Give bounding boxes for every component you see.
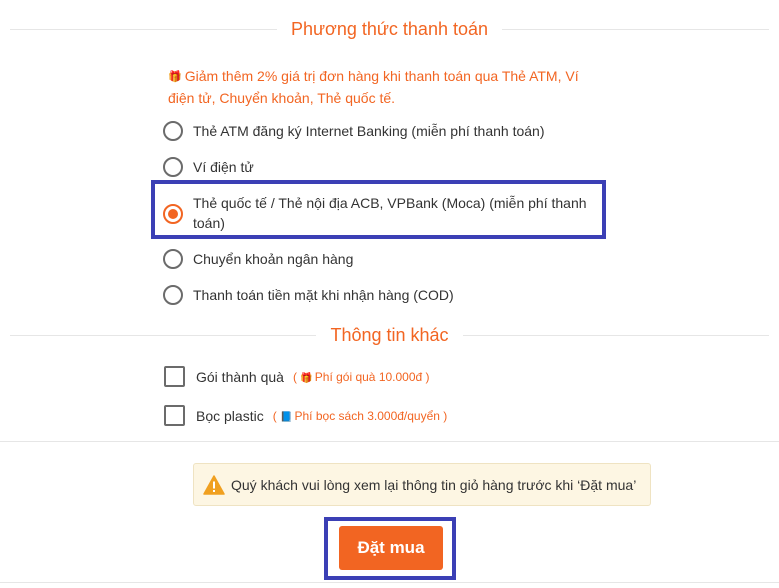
- warning-icon: [203, 474, 225, 495]
- payment-option-bank-transfer[interactable]: Chuyển khoản ngân hàng: [163, 249, 613, 269]
- payment-option-label: Thanh toán tiền mặt khi nhận hàng (COD): [193, 287, 454, 303]
- gift-icon: 🎁: [300, 372, 313, 384]
- radio-button-selected[interactable]: [163, 204, 183, 224]
- extra-fee: ( 🎁 Phí gói quà 10.000đ ): [292, 369, 430, 384]
- promo-notice: 🎁 Giảm thêm 2% giá trị đơn hàng khi thanh…: [168, 66, 608, 109]
- payment-option-cod[interactable]: Thanh toán tiền mặt khi nhận hàng (COD): [163, 285, 613, 305]
- payment-option-label: Thẻ quốc tế / Thẻ nội địa ACB, VPBank (M…: [193, 195, 587, 231]
- payment-option-atm[interactable]: Thẻ ATM đăng ký Internet Banking (miễn p…: [163, 121, 613, 141]
- gift-icon: 🎁: [168, 71, 182, 83]
- checkbox[interactable]: [164, 366, 185, 387]
- place-order-button[interactable]: Đặt mua: [339, 526, 443, 570]
- extra-label: Gói thành quà: [196, 368, 284, 385]
- payment-option-ewallet[interactable]: Ví điện tử: [163, 157, 613, 177]
- radio-button[interactable]: [163, 249, 183, 269]
- payment-section-title: Phương thức thanh toán: [10, 14, 769, 44]
- other-section-title: Thông tin khác: [10, 320, 769, 350]
- book-icon: 📘: [280, 411, 293, 423]
- promo-text: Giảm thêm 2% giá trị đơn hàng khi thanh …: [168, 68, 579, 106]
- payment-section-title-text: Phương thức thanh toán: [276, 18, 503, 40]
- payment-option-label: Ví điện tử: [193, 159, 254, 175]
- bottom-divider: [0, 582, 779, 583]
- extra-label: Bọc plastic: [196, 407, 264, 424]
- radio-button[interactable]: [163, 285, 183, 305]
- cart-review-notice: Quý khách vui lòng xem lại thông tin giỏ…: [193, 463, 651, 506]
- payment-option-international-card[interactable]: Thẻ quốc tế / Thẻ nội địa ACB, VPBank (M…: [163, 193, 613, 233]
- other-section-title-text: Thông tin khác: [316, 324, 463, 346]
- payment-option-label: Chuyển khoản ngân hàng: [193, 251, 354, 267]
- extra-plastic-cover[interactable]: Bọc plastic ( 📘 Phí bọc sách 3.000đ/quyển…: [164, 405, 447, 426]
- radio-button[interactable]: [163, 121, 183, 141]
- section-divider: [0, 441, 779, 442]
- checkbox[interactable]: [164, 405, 185, 426]
- notice-text: Quý khách vui lòng xem lại thông tin giỏ…: [231, 476, 637, 493]
- extra-gift-wrap[interactable]: Gói thành quà ( 🎁 Phí gói quà 10.000đ ): [164, 366, 430, 387]
- payment-option-label: Thẻ ATM đăng ký Internet Banking (miễn p…: [193, 123, 545, 139]
- extra-fee: ( 📘 Phí bọc sách 3.000đ/quyển ): [272, 408, 448, 423]
- radio-button[interactable]: [163, 157, 183, 177]
